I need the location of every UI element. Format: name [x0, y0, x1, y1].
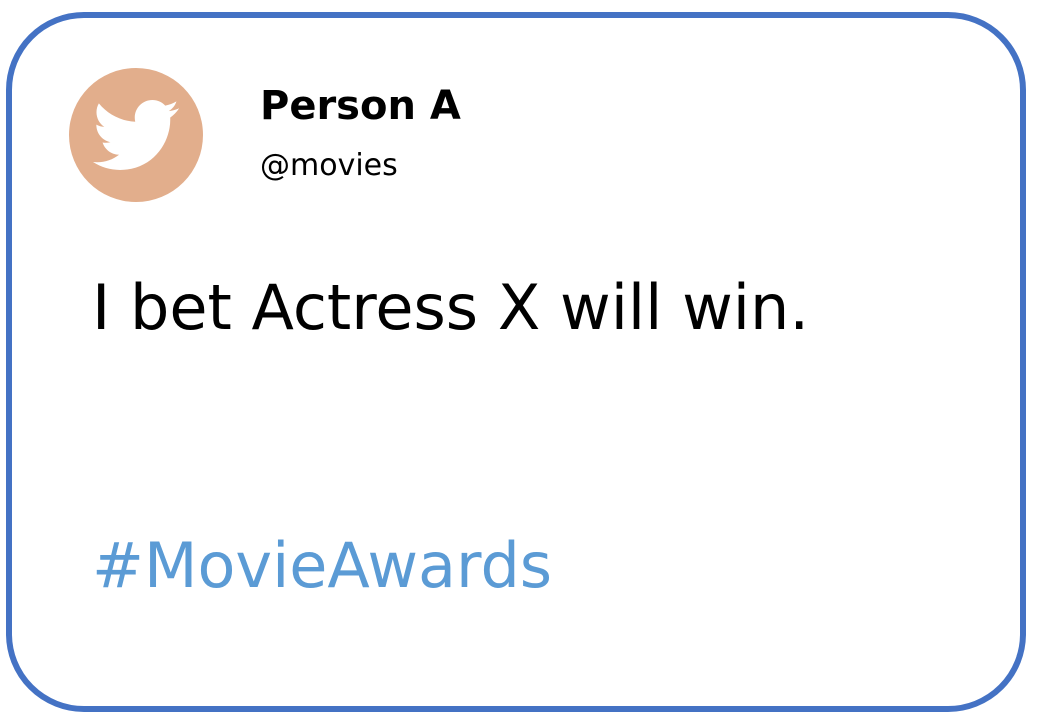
user-handle[interactable]: @movies [260, 146, 398, 186]
twitter-bird-icon [93, 100, 179, 170]
tweet-card: Person A @movies I bet Actress X will wi… [6, 12, 1026, 712]
display-name[interactable]: Person A [260, 82, 461, 130]
tweet-text: I bet Actress X will win. [92, 271, 810, 344]
hashtag-link[interactable]: #MovieAwards [92, 526, 552, 606]
avatar[interactable] [69, 68, 203, 202]
